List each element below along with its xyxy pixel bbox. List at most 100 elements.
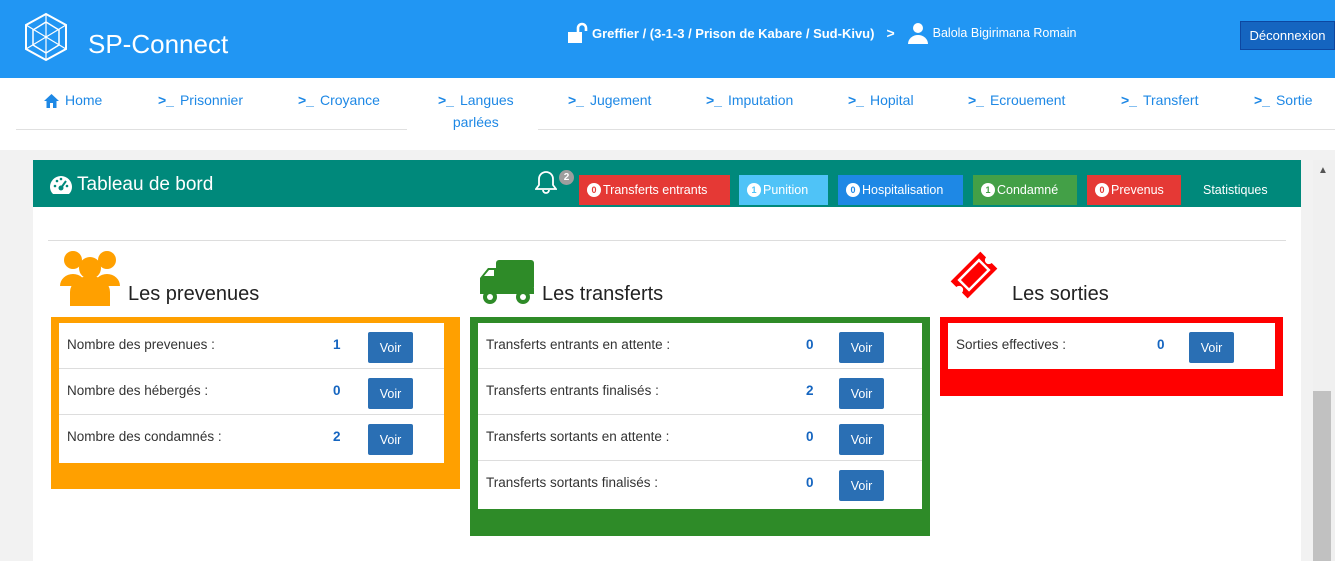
nav-jugement[interactable]: >_ Jugement [568,92,651,108]
nav-ecrouement[interactable]: >_ Ecrouement [968,92,1065,108]
notification-badge: 2 [559,170,574,185]
user-info: Balola Bigirimana Romain [907,22,1077,44]
row-label: Nombre des prevenues : [67,337,215,352]
nav-prisonnier[interactable]: >_ Prisonnier [158,92,243,108]
list-item: Transferts entrants en attente : 0 Voir [478,323,922,369]
scroll-up-icon[interactable]: ▲ [1318,165,1328,176]
home-icon [44,94,59,108]
terminal-icon: >_ [968,92,984,108]
prevenus-button[interactable]: 0 Prevenus [1087,175,1181,205]
button-label: Transferts entrants [603,183,708,197]
voir-button[interactable]: Voir [839,378,884,409]
terminal-icon: >_ [158,92,174,108]
users-icon [60,251,120,306]
row-label: Transferts sortants en attente : [486,429,670,444]
row-value: 0 [806,429,814,444]
nav-sortie-label: Sortie [1275,92,1313,108]
prevenues-list: Nombre des prevenues : 1 Voir Nombre des… [59,323,444,463]
scrollbar-thumb[interactable] [1313,391,1331,561]
dashboard-title-text: Tableau de bord [77,174,214,195]
list-item: Nombre des hébergés : 0 Voir [59,369,444,415]
transferts-card: Transferts entrants en attente : 0 Voir … [470,317,930,536]
row-label: Nombre des hébergés : [67,383,209,398]
user-context: Greffier / (3-1-3 / Prison de Kabare / S… [566,22,1076,44]
main-nav: Home >_ Prisonnier >_ Croyance >_ Langues… [0,78,1335,150]
hospitalisation-button[interactable]: 0 Hospitalisation [838,175,963,205]
sorties-title: Les sorties [1012,283,1109,305]
user-icon [907,23,928,44]
nav-transfert[interactable]: >_ Transfert [1121,92,1198,108]
voir-button[interactable]: Voir [839,332,884,363]
terminal-icon: >_ [298,92,314,108]
divider [48,240,1286,241]
nav-divider [16,129,407,130]
nav-ecrouement-label: Ecrouement [989,92,1066,108]
nav-imputation-label: Imputation [727,92,794,108]
nav-imputation[interactable]: >_ Imputation [706,92,793,108]
app-brand: SP-Connect [88,29,229,59]
transferts-title: Les transferts [542,283,664,305]
list-item: Nombre des condamnés : 2 Voir [59,415,444,461]
nav-hopital-label: Hopital [869,92,914,108]
sorties-list: Sorties effectives : 0 Voir [948,323,1275,369]
nav-prisonnier-label: Prisonnier [179,92,243,108]
terminal-icon: >_ [848,92,864,108]
dashboard-header: Tableau de bord 2 0 Transferts entrants … [33,160,1301,207]
logout-button[interactable]: Déconnexion [1240,21,1335,50]
terminal-icon: >_ [706,92,722,108]
voir-button[interactable]: Voir [368,332,413,363]
nav-divider [538,129,1335,130]
voir-button[interactable]: Voir [368,424,413,455]
transferts-entrants-button[interactable]: 0 Transferts entrants [579,175,730,205]
chevron-right-icon: > [886,25,895,41]
count-badge: 0 [587,183,601,197]
nav-home-label: Home [65,92,103,108]
nav-jugement-label: Jugement [589,92,652,108]
button-label: Prevenus [1111,183,1164,197]
voir-button[interactable]: Voir [368,378,413,409]
nav-home[interactable]: Home [44,92,102,108]
nav-langues[interactable]: >_ Langues parlées [438,89,514,133]
nav-croyance[interactable]: >_ Croyance [298,92,380,108]
terminal-icon: >_ [568,92,584,108]
count-badge: 0 [1095,183,1109,197]
terminal-icon: >_ [1254,92,1270,108]
row-value: 0 [1157,337,1165,352]
nav-langues-label: Langues [459,92,514,108]
row-value: 0 [806,475,814,490]
transferts-list: Transferts entrants en attente : 0 Voir … [478,323,922,509]
scrollbar[interactable]: ▲ [1313,160,1335,561]
lock-open-icon [568,22,588,43]
sorties-card: Sorties effectives : 0 Voir [940,317,1283,396]
bell-icon[interactable] [535,170,557,194]
count-badge: 1 [981,183,995,197]
list-item: Transferts entrants finalisés : 2 Voir [478,369,922,415]
punition-button[interactable]: 1 Punition [739,175,828,205]
top-bar: SP-Connect Greffier / (3-1-3 / Prison de… [0,0,1335,78]
statistiques-link[interactable]: Statistiques [1203,183,1268,197]
condamne-button[interactable]: 1 Condamné [973,175,1077,205]
list-item: Transferts sortants en attente : 0 Voir [478,415,922,461]
terminal-icon: >_ [1121,92,1137,108]
count-badge: 1 [747,183,761,197]
row-value: 1 [333,337,341,352]
ticket-icon [950,251,998,299]
voir-button[interactable]: Voir [839,424,884,455]
row-label: Transferts sortants finalisés : [486,475,659,490]
row-label: Transferts entrants finalisés : [486,383,659,398]
logo-icon [25,12,67,62]
nav-sortie[interactable]: >_ Sortie [1254,92,1313,108]
row-value: 0 [806,337,814,352]
list-item: Nombre des prevenues : 1 Voir [59,323,444,369]
nav-langues-label-line2: parlées [452,114,499,130]
role-label: Greffier / (3-1-3 / Prison de Kabare / S… [592,25,875,41]
button-label: Condamné [997,183,1059,197]
dashboard-title: Tableau de bord [49,174,213,196]
prevenues-title: Les prevenues [128,283,260,305]
user-name: Balola Bigirimana Romain [932,26,1077,40]
nav-croyance-label: Croyance [319,92,380,108]
voir-button[interactable]: Voir [1189,332,1234,363]
button-label: Hospitalisation [862,183,944,197]
voir-button[interactable]: Voir [839,470,884,501]
nav-hopital[interactable]: >_ Hopital [848,92,914,108]
